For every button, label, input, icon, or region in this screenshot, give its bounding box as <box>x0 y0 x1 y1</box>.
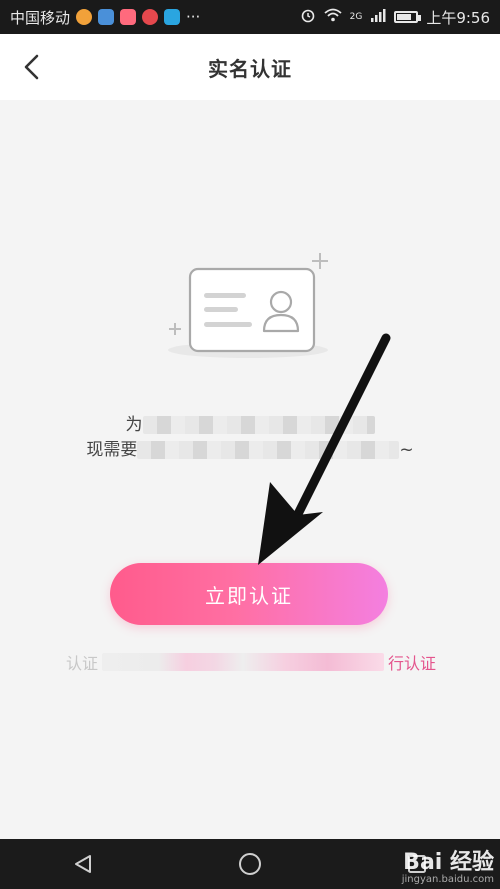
app-icon-pink <box>120 9 137 25</box>
clock-time: 上午9:56 <box>426 8 490 27</box>
blurred-text <box>137 441 400 459</box>
watermark-url: jingyan.baidu.com <box>401 874 494 885</box>
alarm-icon <box>300 7 316 27</box>
status-right: 2G 上午9:56 <box>300 7 490 28</box>
notice-line-1-start: 为 <box>125 415 143 435</box>
battery-icon <box>394 11 422 23</box>
chevron-left-icon <box>24 54 39 80</box>
nav-home-button[interactable] <box>220 839 280 889</box>
network-type: 2G <box>349 12 363 22</box>
blurred-text <box>142 416 375 434</box>
baidu-watermark: Bai 经验 jingyan.baidu.com <box>401 850 494 886</box>
page-title: 实名认证 <box>208 56 292 81</box>
status-bar: 中国移动 ··· 2G 上午9:56 <box>0 0 500 34</box>
blurred-text <box>102 653 384 671</box>
app-icon-orange <box>76 9 93 25</box>
signal-icon <box>370 8 386 26</box>
note-start: 认证 <box>66 654 99 673</box>
system-nav-bar: Bai 经验 jingyan.baidu.com <box>0 839 500 889</box>
page: 中国移动 ··· 2G 上午9:56 实名认证 为 现需要 ~ 立即认证 认证 … <box>0 0 500 889</box>
carrier-label: 中国移动 <box>10 8 71 27</box>
verify-now-button[interactable]: 立即认证 <box>110 563 388 625</box>
notice-line-2: 现需要 ~ <box>70 435 430 460</box>
notice-line-2-start: 现需要 <box>86 440 138 460</box>
notice-line-2-end: ~ <box>399 440 414 460</box>
app-icon-blue <box>98 9 115 25</box>
id-card-illustration <box>168 253 328 358</box>
wifi-icon <box>324 8 342 26</box>
top-header: 实名认证 <box>0 34 500 100</box>
status-left: 中国移动 ··· <box>10 7 200 28</box>
more-notifications: ··· <box>186 8 201 26</box>
triangle-back-icon <box>75 855 92 873</box>
app-icon-telegram <box>164 9 181 25</box>
nav-back-button[interactable] <box>53 839 113 889</box>
app-icon-red <box>142 9 159 25</box>
back-button[interactable] <box>14 49 50 85</box>
note-link[interactable]: 行认证 <box>388 650 436 674</box>
circle-home-icon <box>238 853 261 875</box>
watermark-brand: Bai 经验 <box>403 850 494 875</box>
notice-line-1: 为 <box>70 410 430 435</box>
verification-note: 认证 行认证 <box>66 650 436 674</box>
